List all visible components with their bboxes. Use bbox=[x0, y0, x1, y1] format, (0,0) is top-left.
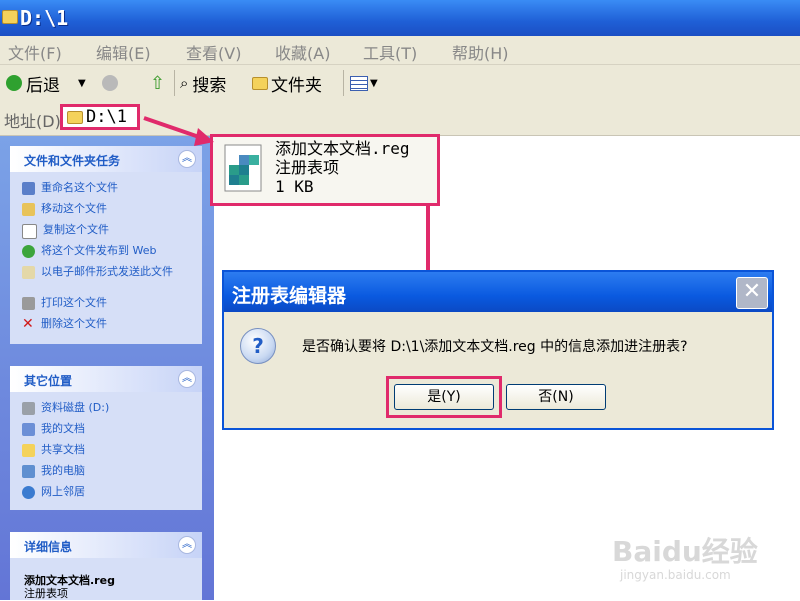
move-icon bbox=[22, 203, 35, 216]
forward-button[interactable] bbox=[102, 71, 122, 95]
question-icon: ? bbox=[240, 328, 276, 364]
collapse-icon[interactable]: ︽ bbox=[178, 536, 196, 554]
up-folder-icon[interactable]: ⇧ bbox=[150, 71, 165, 95]
place-label: 我的文档 bbox=[41, 422, 85, 435]
details-header[interactable]: 详细信息 ︽ bbox=[10, 532, 202, 558]
forward-arrow-icon bbox=[102, 75, 118, 91]
folders-icon bbox=[252, 76, 268, 90]
address-field[interactable]: D:\1 bbox=[60, 104, 140, 130]
task-rename[interactable]: 重命名这个文件 bbox=[22, 182, 118, 195]
watermark-logo: Baidu经验 bbox=[612, 535, 758, 568]
other-places-header[interactable]: 其它位置 ︽ bbox=[10, 366, 202, 392]
views-button[interactable]: ▼ bbox=[350, 71, 378, 95]
no-button[interactable]: 否(N) bbox=[506, 384, 606, 410]
file-tasks-panel: 文件和文件夹任务 ︽ 重命名这个文件 移动这个文件 复制这个文件 将这个文件发布… bbox=[10, 146, 202, 344]
task-label: 移动这个文件 bbox=[41, 202, 107, 215]
registry-editor-dialog: 注册表编辑器 ✕ ? 是否确认要将 D:\1\添加文本文档.reg 中的信息添加… bbox=[222, 270, 774, 430]
dialog-message: 是否确认要将 D:\1\添加文本文档.reg 中的信息添加进注册表? bbox=[302, 339, 688, 355]
search-label: 搜索 bbox=[192, 75, 227, 96]
task-move[interactable]: 移动这个文件 bbox=[22, 203, 107, 216]
details-filetype: 注册表项 bbox=[24, 587, 68, 600]
views-dropdown-icon: ▼ bbox=[370, 77, 378, 89]
toolbar: 后退 ▼ ⇧ ⌕ 搜索 文件夹 ▼ bbox=[0, 65, 800, 102]
rename-icon bbox=[22, 182, 35, 195]
window-title: D:\1 bbox=[20, 6, 69, 30]
folder-icon bbox=[67, 110, 83, 124]
folder-icon bbox=[2, 10, 18, 24]
place-my-documents[interactable]: 我的文档 bbox=[22, 423, 85, 436]
file-size: 1 KB bbox=[275, 177, 314, 196]
place-label: 资料磁盘 (D:) bbox=[41, 401, 110, 414]
place-label: 我的电脑 bbox=[41, 464, 85, 477]
globe-icon bbox=[22, 245, 35, 258]
menu-favorites[interactable]: 收藏(A) bbox=[275, 40, 330, 64]
file-name: 添加文本文档.reg bbox=[275, 139, 410, 158]
address-value: D:\1 bbox=[86, 107, 127, 127]
place-network[interactable]: 网上邻居 bbox=[22, 486, 85, 499]
menu-file[interactable]: 文件(F) bbox=[8, 40, 62, 64]
shared-folder-icon bbox=[22, 444, 35, 457]
dialog-titlebar[interactable]: 注册表编辑器 ✕ bbox=[224, 272, 772, 312]
copy-icon bbox=[22, 224, 37, 239]
task-print[interactable]: 打印这个文件 bbox=[22, 297, 107, 310]
delete-icon: ✕ bbox=[22, 316, 34, 332]
task-publish[interactable]: 将这个文件发布到 Web bbox=[22, 245, 156, 258]
task-label: 重命名这个文件 bbox=[41, 181, 118, 194]
place-drive-d[interactable]: 资料磁盘 (D:) bbox=[22, 402, 109, 415]
other-places-title: 其它位置 bbox=[24, 374, 73, 388]
place-my-computer[interactable]: 我的电脑 bbox=[22, 465, 85, 478]
my-documents-icon bbox=[22, 423, 35, 436]
dialog-title: 注册表编辑器 bbox=[232, 285, 347, 307]
task-label: 打印这个文件 bbox=[41, 296, 107, 309]
menu-view[interactable]: 查看(V) bbox=[186, 40, 241, 64]
email-icon bbox=[22, 266, 35, 279]
place-label: 共享文档 bbox=[41, 443, 85, 456]
task-email[interactable]: 以电子邮件形式发送此文件 bbox=[22, 266, 190, 279]
address-label: 地址(D) bbox=[4, 112, 61, 131]
file-tasks-title: 文件和文件夹任务 bbox=[24, 154, 121, 168]
computer-icon bbox=[22, 465, 35, 478]
annotation-arrow-1 bbox=[143, 116, 214, 146]
watermark-url: jingyan.baidu.com bbox=[620, 568, 731, 582]
back-arrow-icon bbox=[6, 75, 22, 91]
task-copy[interactable]: 复制这个文件 bbox=[22, 224, 109, 239]
collapse-icon[interactable]: ︽ bbox=[178, 150, 196, 168]
task-delete[interactable]: ✕ 删除这个文件 bbox=[22, 316, 107, 332]
file-item-reg[interactable]: 添加文本文档.reg 注册表项 1 KB bbox=[210, 134, 440, 206]
task-label: 以电子邮件形式发送此文件 bbox=[41, 265, 173, 278]
other-places-panel: 其它位置 ︽ 资料磁盘 (D:) 我的文档 共享文档 我的电脑 网上邻居 bbox=[10, 366, 202, 510]
window-titlebar[interactable]: D:\1 bbox=[0, 0, 800, 36]
search-icon: ⌕ bbox=[180, 74, 189, 92]
place-label: 网上邻居 bbox=[41, 485, 85, 498]
task-label: 复制这个文件 bbox=[43, 223, 109, 236]
back-dropdown-icon[interactable]: ▼ bbox=[78, 71, 86, 95]
menu-edit[interactable]: 编辑(E) bbox=[96, 40, 151, 64]
task-label: 将这个文件发布到 Web bbox=[41, 244, 157, 257]
registry-file-icon bbox=[224, 144, 262, 192]
menu-bar: 文件(F) 编辑(E) 查看(V) 收藏(A) 工具(T) 帮助(H) bbox=[0, 36, 800, 65]
collapse-icon[interactable]: ︽ bbox=[178, 370, 196, 388]
close-icon[interactable]: ✕ bbox=[736, 277, 768, 309]
drive-icon bbox=[22, 402, 35, 415]
task-sidebar: 文件和文件夹任务 ︽ 重命名这个文件 移动这个文件 复制这个文件 将这个文件发布… bbox=[0, 136, 214, 600]
search-button[interactable]: ⌕ 搜索 bbox=[180, 71, 227, 96]
back-label: 后退 bbox=[26, 75, 60, 96]
yes-button[interactable]: 是(Y) bbox=[394, 384, 494, 410]
address-bar: 地址(D) D:\1 bbox=[0, 101, 800, 136]
views-icon bbox=[350, 75, 368, 91]
details-panel: 详细信息 ︽ 添加文本文档.reg 注册表项 bbox=[10, 532, 202, 600]
back-button[interactable]: 后退 bbox=[6, 71, 60, 96]
details-title: 详细信息 bbox=[24, 540, 73, 554]
printer-icon bbox=[22, 297, 35, 310]
menu-tools[interactable]: 工具(T) bbox=[363, 40, 417, 64]
task-label: 删除这个文件 bbox=[41, 317, 107, 330]
folders-label: 文件夹 bbox=[271, 75, 322, 96]
file-type: 注册表项 bbox=[275, 158, 340, 177]
place-shared-documents[interactable]: 共享文档 bbox=[22, 444, 85, 457]
menu-help[interactable]: 帮助(H) bbox=[452, 40, 509, 64]
folders-button[interactable]: 文件夹 bbox=[252, 71, 322, 96]
network-icon bbox=[22, 486, 35, 499]
